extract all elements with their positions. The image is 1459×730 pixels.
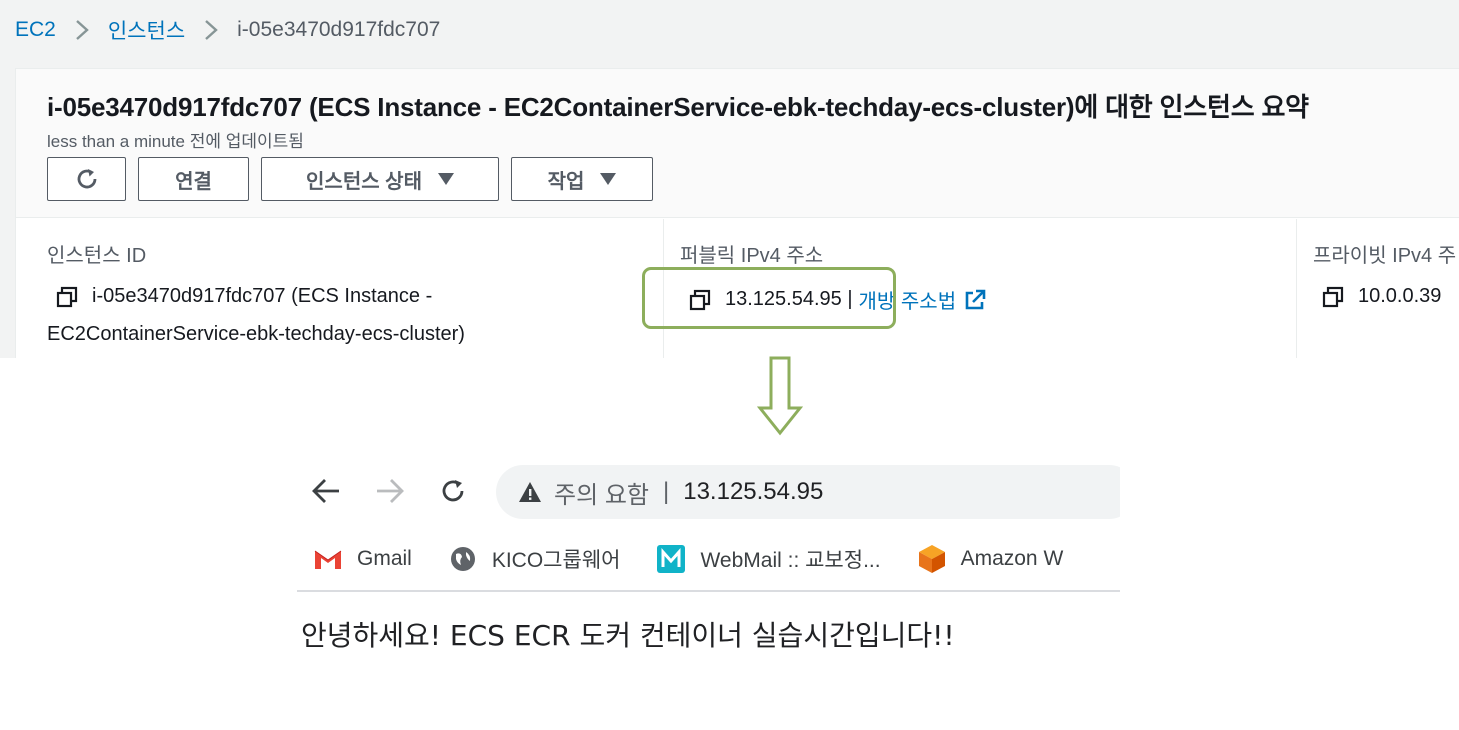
down-arrow-icon xyxy=(756,356,804,436)
breadcrumb: EC2 인스턴스 i-05e3470d917fdc707 xyxy=(15,16,440,44)
globe-icon xyxy=(448,544,478,574)
copy-icon[interactable] xyxy=(56,286,78,308)
instance-state-dropdown[interactable]: 인스턴스 상태 xyxy=(261,157,499,201)
toolbar-divider xyxy=(297,590,1120,592)
caret-down-icon xyxy=(600,173,617,185)
external-link-icon xyxy=(964,289,986,311)
security-warning-text: 주의 요함 xyxy=(554,481,649,509)
address-separator: | xyxy=(663,478,670,505)
arrow-right-icon xyxy=(375,478,405,504)
gmail-icon xyxy=(313,544,343,574)
bookmark-webmail[interactable]: WebMail :: 교보정... xyxy=(656,544,881,574)
bookmark-amazon[interactable]: Amazon W xyxy=(917,544,1064,574)
forward-button[interactable] xyxy=(373,474,407,508)
connect-button[interactable]: 연결 xyxy=(138,157,249,201)
reload-icon xyxy=(439,477,467,505)
last-updated-text: less than a minute 전에 업데이트됨 xyxy=(47,132,304,151)
breadcrumb-current-instance: i-05e3470d917fdc707 xyxy=(237,18,441,41)
public-ip-highlight xyxy=(642,267,896,329)
browser-window: 주의 요함 | 13.125.54.95 Gmail KICO그룹웨어 WebM… xyxy=(297,450,1120,700)
instance-state-label: 인스턴스 상태 xyxy=(306,170,422,193)
caret-down-icon xyxy=(437,173,454,185)
bookmark-label: Gmail xyxy=(357,547,412,570)
address-bar[interactable]: 주의 요함 | 13.125.54.95 xyxy=(496,465,1120,519)
private-ipv4-value: 10.0.0.39 xyxy=(1322,285,1441,308)
breadcrumb-instances[interactable]: 인스턴스 xyxy=(108,15,185,45)
amazon-cube-icon xyxy=(917,544,947,574)
refresh-icon xyxy=(74,166,100,192)
copy-icon[interactable] xyxy=(1322,286,1344,308)
column-divider xyxy=(1296,219,1297,358)
private-ipv4-label: 프라이빗 IPv4 주 xyxy=(1313,245,1457,267)
private-ipv4-text: 10.0.0.39 xyxy=(1358,285,1442,307)
arrow-left-icon xyxy=(311,478,341,504)
bookmark-gmail[interactable]: Gmail xyxy=(313,544,412,574)
public-ipv4-label: 퍼블릭 IPv4 주소 xyxy=(680,245,824,267)
reload-button[interactable] xyxy=(436,474,470,508)
chevron-right-icon xyxy=(197,16,225,44)
webmail-icon xyxy=(656,544,686,574)
page-title: i-05e3470d917fdc707 (ECS Instance - EC2C… xyxy=(47,92,1309,122)
refresh-button[interactable] xyxy=(47,157,126,201)
bookmark-label: WebMail :: 교보정... xyxy=(700,549,881,572)
bookmark-kico[interactable]: KICO그룹웨어 xyxy=(448,544,621,574)
actions-label: 작업 xyxy=(547,170,585,193)
instance-id-text-line2: EC2ContainerService-ebk-techday-ecs-clus… xyxy=(47,323,465,345)
chevron-right-icon xyxy=(68,16,96,44)
connect-label: 연결 xyxy=(175,170,212,193)
url-text: 13.125.54.95 xyxy=(683,478,824,505)
bookmarks-bar: Gmail KICO그룹웨어 WebMail :: 교보정... Amazon … xyxy=(297,538,1120,580)
breadcrumb-ec2[interactable]: EC2 xyxy=(15,18,56,42)
panel-header: i-05e3470d917fdc707 (ECS Instance - EC2C… xyxy=(16,69,1459,218)
actions-dropdown[interactable]: 작업 xyxy=(511,157,653,201)
warning-icon xyxy=(518,481,542,503)
instance-id-text-line1: i-05e3470d917fdc707 (ECS Instance - xyxy=(92,285,433,307)
bookmark-label: Amazon W xyxy=(960,547,1064,570)
instance-id-value: i-05e3470d917fdc707 (ECS Instance - xyxy=(56,285,432,308)
bookmark-label: KICO그룹웨어 xyxy=(491,549,621,572)
page-content-text: 안녕하세요! ECS ECR 도커 컨테이너 실습시간입니다!! xyxy=(301,619,955,652)
instance-id-label: 인스턴스 ID xyxy=(47,245,147,267)
back-button[interactable] xyxy=(309,474,343,508)
